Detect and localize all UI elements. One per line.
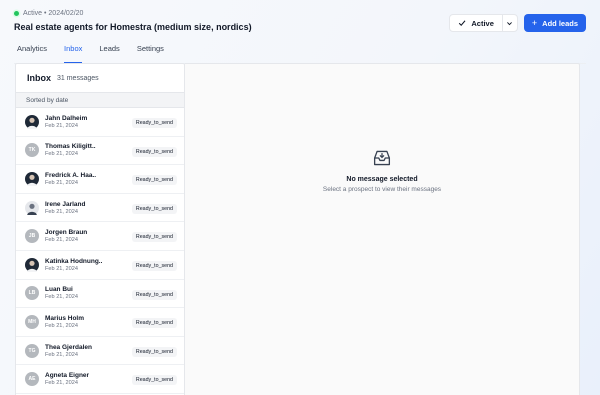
item-text: Fredrick A. Haa.. Feb 21, 2024	[45, 172, 96, 186]
inbox-list-item[interactable]: JB Jorgen Braun Feb 21, 2024 Ready_to_send	[16, 222, 184, 251]
avatar: MH	[25, 314, 39, 329]
avatar: AE	[25, 372, 39, 387]
empty-state: No message selected Select a prospect to…	[185, 149, 579, 193]
message-date: Feb 21, 2024	[45, 151, 78, 158]
tab-analytics[interactable]: Analytics	[17, 44, 47, 63]
item-text: Jahn Dalheim Feb 21, 2024	[45, 115, 87, 129]
status-badge: Ready_to_send	[131, 260, 177, 271]
status-dropdown-toggle[interactable]	[501, 15, 517, 31]
inbox-title: Inbox	[27, 73, 51, 83]
tab-settings[interactable]: Settings	[137, 44, 164, 63]
inbox-list-item[interactable]: TG Thea Gjerdalen Feb 21, 2024 Ready_to_sen…	[16, 337, 184, 366]
message-date: Feb 21, 2024	[45, 179, 78, 186]
message-date: Feb 21, 2024	[45, 265, 78, 272]
prospect-name: Fredrick A. Haa..	[45, 171, 97, 179]
inbox-tray-icon	[372, 149, 392, 172]
sort-label: Sorted by date	[26, 96, 69, 104]
status-badge: Ready_to_send	[131, 118, 177, 128]
item-text: Irene Jarland Feb 21, 2024	[45, 201, 85, 215]
status-badge: Ready_to_send	[131, 289, 177, 300]
prospect-name: Thea Gjerdalen	[45, 343, 92, 351]
prospect-name: Katinka Hodnung..	[45, 257, 103, 265]
message-date: Feb 21, 2024	[45, 322, 78, 329]
status-badge: Ready_to_send	[131, 203, 177, 214]
avatar-photo	[25, 114, 39, 129]
status-badge: Ready_to_send	[131, 232, 177, 243]
active-status-dot	[14, 11, 19, 16]
item-text: Luan Bui Feb 21, 2024	[45, 286, 78, 300]
empty-subtitle: Select a prospect to view their messages	[322, 186, 442, 193]
add-leads-button[interactable]: + Add leads	[523, 14, 586, 32]
status-select-main[interactable]: Active	[450, 15, 502, 31]
avatar: LB	[25, 286, 39, 301]
message-count: 31 messages	[57, 74, 99, 82]
item-text: Jorgen Braun Feb 21, 2024	[45, 229, 87, 243]
prospect-name: Thomas Kiligitt..	[45, 143, 96, 151]
inbox-list-item[interactable]: TK Thomas Kiligitt.. Feb 21, 2024 Ready_to_…	[16, 137, 184, 166]
inbox-list-item[interactable]: Katinka Hodnung.. Feb 21, 2024 Ready_to_se…	[16, 251, 184, 280]
message-date: Feb 21, 2024	[45, 237, 78, 244]
chevron-down-icon	[507, 21, 513, 25]
prospect-name: Jorgen Braun	[45, 229, 88, 237]
avatar: TG	[25, 343, 39, 358]
avatar-photo	[25, 257, 39, 272]
prospect-name: Irene Jarland	[45, 200, 86, 208]
campaign-status-text: Active • 2024/02/20	[23, 10, 84, 17]
header-actions: Active + Add leads	[449, 14, 586, 32]
campaign-tabs: Analytics Inbox Leads Settings	[17, 44, 181, 63]
status-badge: Ready_to_send	[131, 318, 177, 329]
inbox-list-item[interactable]: MH Marius Holm Feb 21, 2024 Ready_to_send	[16, 308, 184, 337]
add-leads-label: Add leads	[542, 18, 578, 28]
status-select-value: Active	[471, 18, 494, 28]
item-text: Marius Holm Feb 21, 2024	[45, 315, 84, 329]
check-icon	[459, 20, 466, 27]
status-badge: Ready_to_send	[131, 146, 177, 157]
inbox-header: Inbox 31 messages	[16, 64, 184, 92]
avatar-photo	[25, 171, 39, 186]
prospect-name: Agneta Eigner	[45, 372, 90, 380]
avatar-photo	[25, 200, 39, 215]
inbox-list-item[interactable]: Irene Jarland Feb 21, 2024 Ready_to_send	[16, 194, 184, 223]
item-text: Thea Gjerdalen Feb 21, 2024	[45, 344, 92, 358]
plus-icon: +	[531, 18, 538, 28]
inbox-list: Jahn Dalheim Feb 21, 2024 Ready_to_send TK T…	[16, 108, 184, 394]
status-badge: Ready_to_send	[131, 375, 177, 386]
message-panel: No message selected Select a prospect to…	[185, 63, 580, 395]
message-date: Feb 21, 2024	[45, 208, 78, 215]
prospect-name: Marius Holm	[45, 314, 85, 322]
tab-inbox[interactable]: Inbox	[64, 44, 83, 63]
message-date: Feb 21, 2024	[45, 380, 78, 387]
avatar: TK	[25, 143, 39, 158]
prospect-name: Luan Bui	[45, 286, 73, 294]
status-badge: Ready_to_send	[131, 175, 177, 186]
prospect-name: Jahn Dalheim	[45, 114, 88, 122]
item-text: Katinka Hodnung.. Feb 21, 2024	[45, 258, 102, 272]
campaign-status-select[interactable]: Active	[449, 14, 518, 32]
inbox-panel: Inbox 31 messages Sorted by date Jahn Da…	[15, 63, 185, 395]
sort-bar[interactable]: Sorted by date	[16, 92, 184, 108]
inbox-list-item[interactable]: Jahn Dalheim Feb 21, 2024 Ready_to_send	[16, 108, 184, 137]
empty-title: No message selected	[346, 176, 418, 183]
item-text: Agneta Eigner Feb 21, 2024	[45, 372, 89, 386]
inbox-list-item[interactable]: Fredrick A. Haa.. Feb 21, 2024 Ready_to_se…	[16, 165, 184, 194]
item-text: Thomas Kiligitt.. Feb 21, 2024	[45, 143, 96, 157]
avatar: JB	[25, 229, 39, 244]
message-date: Feb 21, 2024	[45, 122, 78, 129]
message-date: Feb 21, 2024	[45, 351, 78, 358]
tab-leads[interactable]: Leads	[99, 44, 119, 63]
inbox-list-item[interactable]: LB Luan Bui Feb 21, 2024 Ready_to_send	[16, 280, 184, 309]
inbox-list-item[interactable]: AE Agneta Eigner Feb 21, 2024 Ready_to_send	[16, 365, 184, 394]
status-badge: Ready_to_send	[131, 346, 177, 357]
message-date: Feb 21, 2024	[45, 294, 78, 301]
